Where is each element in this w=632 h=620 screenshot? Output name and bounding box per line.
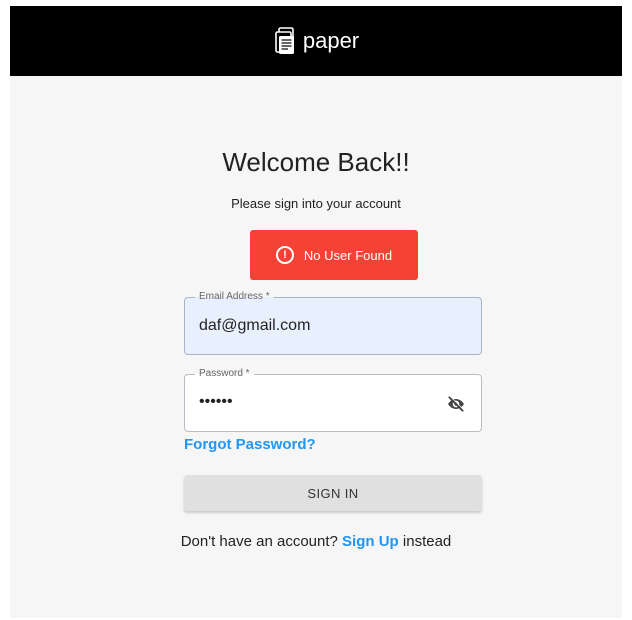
email-field[interactable]: Email Address * — [184, 291, 482, 355]
password-input[interactable]: •••••• — [199, 393, 233, 411]
document-stack-icon — [273, 26, 299, 56]
password-field-label: Password * — [195, 368, 254, 380]
page-title: Welcome Back!! — [222, 147, 410, 177]
signup-prompt-text: Don't have an account? — [180, 533, 338, 550]
alert-message: No User Found — [303, 247, 393, 263]
email-input[interactable] — [199, 317, 439, 335]
error-alert: ! No User Found — [250, 230, 418, 280]
sign-in-button[interactable]: SIGN IN — [184, 475, 482, 511]
forgot-password-link[interactable]: Forgot Password? — [184, 436, 316, 453]
signup-prompt: Don't have an account? Sign Up instead — [0, 533, 632, 550]
email-field-label: Email Address * — [195, 291, 274, 303]
error-circle-icon: ! — [275, 246, 294, 264]
brand-name: paper — [302, 28, 360, 53]
page-subtitle: Please sign into your account — [231, 196, 401, 211]
password-field[interactable]: Password * •••••• — [184, 368, 482, 432]
eye-off-icon[interactable] — [445, 394, 467, 414]
brand[interactable]: paper — [273, 26, 359, 56]
sign-up-link[interactable]: Sign Up — [342, 533, 399, 550]
top-app-bar: paper — [10, 6, 622, 76]
signup-suffix-text: instead — [402, 533, 452, 550]
